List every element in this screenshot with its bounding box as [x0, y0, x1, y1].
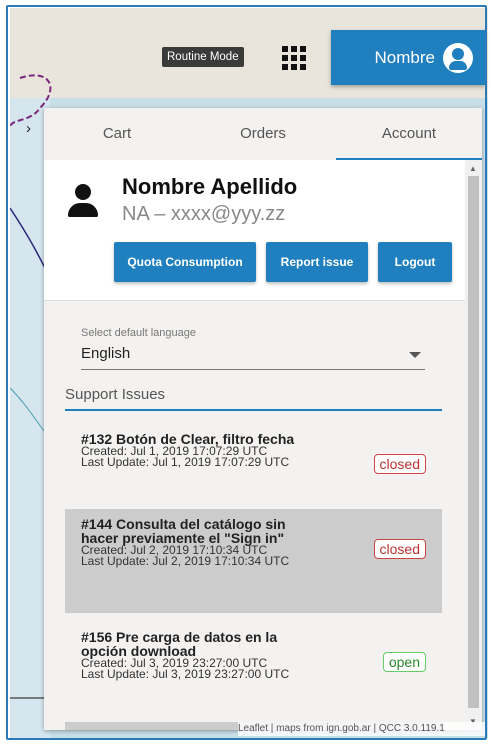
user-menu-button[interactable]: Nombre [331, 30, 485, 85]
status-badge: closed [373, 539, 426, 559]
issue-title: #144 Consulta del catálogo sin hacer pre… [81, 516, 286, 546]
support-issues-heading: Support Issues [65, 386, 442, 411]
tab-account[interactable]: Account [336, 108, 482, 160]
language-select[interactable]: English [81, 343, 425, 370]
logout-button[interactable]: Logout [378, 242, 452, 282]
account-name: Nombre Apellido [122, 174, 298, 199]
tab-cart[interactable]: Cart [44, 108, 190, 160]
user-menu-label: Nombre [374, 47, 435, 67]
quota-consumption-button[interactable]: Quota Consumption [114, 242, 256, 282]
language-value: English [81, 345, 131, 362]
status-badge: open [382, 652, 426, 672]
divider [44, 300, 465, 301]
account-panel: Cart Orders Account Nombre Apellido NA –… [44, 108, 482, 730]
chevron-right-icon[interactable]: › [26, 120, 31, 137]
status-badge: closed [373, 454, 426, 474]
tab-bar: Cart Orders Account [44, 108, 482, 160]
issue-item[interactable]: #156 Pre carga de datos en la opción dow… [65, 622, 442, 722]
map-attribution[interactable]: Leaflet | maps from ign.gob.ar | QCC 3.0… [238, 722, 486, 736]
issue-item[interactable]: #132 Botón de Clear, filtro fecha Create… [65, 424, 442, 504]
dropdown-caret-icon [409, 352, 421, 358]
report-issue-button[interactable]: Report issue [266, 242, 368, 282]
issue-updated: Last Update: Jul 3, 2019 23:27:00 UTC [81, 667, 290, 681]
panel-content: Nombre Apellido NA – xxxx@yyy.zz Quota C… [44, 160, 465, 730]
language-label: Select default language [81, 327, 196, 339]
tab-orders[interactable]: Orders [190, 108, 336, 160]
scrollbar[interactable]: ▲ ▼ [465, 160, 482, 730]
issue-item[interactable]: #144 Consulta del catálogo sin hacer pre… [65, 509, 442, 613]
scroll-up-icon[interactable]: ▲ [469, 164, 477, 173]
person-icon [68, 184, 98, 218]
account-email: NA – xxxx@yyy.zz [122, 203, 286, 225]
apps-grid-icon[interactable] [282, 46, 306, 70]
issue-title: #156 Pre carga de datos en la opción dow… [81, 629, 278, 659]
routine-mode-label: Routine Mode [162, 47, 244, 67]
scrollbar-thumb[interactable] [468, 176, 479, 708]
user-avatar-icon [443, 42, 473, 73]
